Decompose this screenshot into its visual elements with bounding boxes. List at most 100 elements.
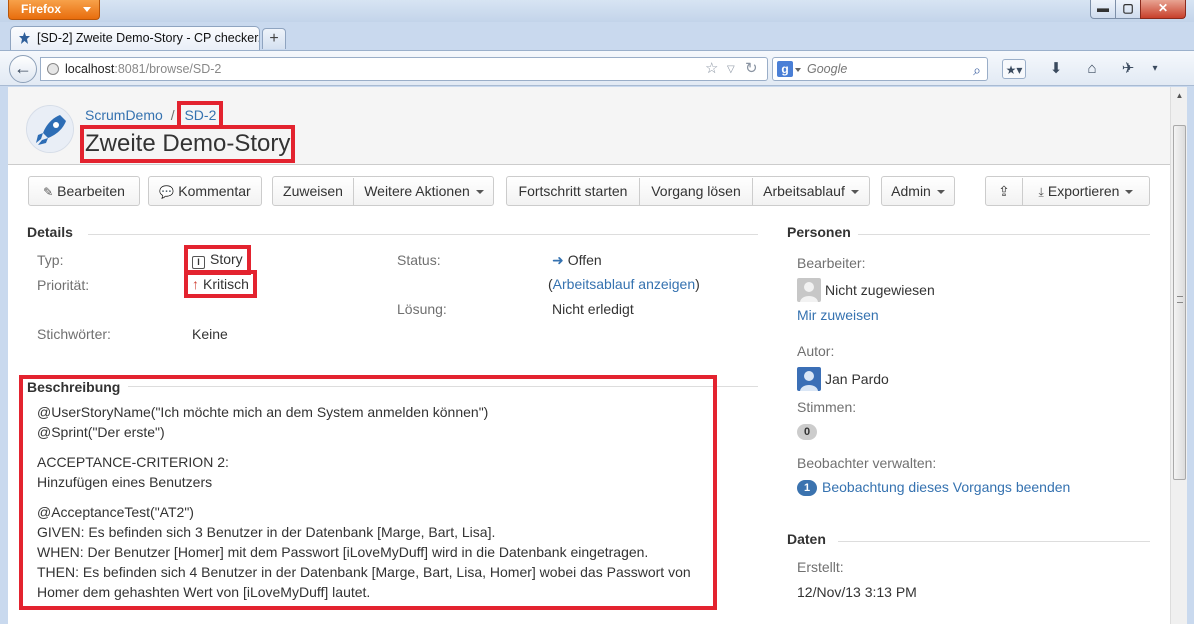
status-value: ➜ Offen	[552, 252, 602, 269]
navigation-bar: ← localhost:8081/browse/SD-2 ☆ ▽ ↻ g Goo…	[0, 50, 1194, 86]
breadcrumb: ScrumDemo / SD-2	[85, 101, 224, 129]
share-icon[interactable]: ⇪	[986, 177, 1022, 205]
plus-icon: +	[269, 30, 279, 47]
resolution-value: Nicht erledigt	[552, 301, 634, 317]
description-line: @Sprint("Der erste")	[37, 424, 165, 440]
menu-chevron-icon[interactable]: ▾	[1148, 59, 1162, 79]
arrow-left-icon: ←	[14, 58, 32, 78]
people-heading: Personen	[787, 224, 851, 240]
resolution-label: Lösung:	[397, 301, 447, 317]
more-actions-button[interactable]: Weitere Aktionen	[354, 177, 494, 205]
minimize-icon: ▬	[1097, 1, 1109, 15]
labels-value: Keine	[192, 326, 228, 342]
comment-button-label: Kommentar	[178, 183, 251, 199]
url-host: localhost	[65, 62, 115, 76]
priority-critical-icon: ↑	[192, 276, 199, 292]
project-avatar[interactable]	[26, 105, 74, 153]
start-progress-button[interactable]: Fortschritt starten	[507, 177, 639, 205]
comment-button[interactable]: 💬 Kommentar	[148, 176, 262, 206]
admin-button[interactable]: Admin	[881, 176, 955, 206]
view-workflow: (Arbeitsablauf anzeigen)	[548, 276, 700, 292]
priority-text: Kritisch	[203, 276, 249, 292]
breadcrumb-project-link[interactable]: ScrumDemo	[85, 107, 163, 123]
reporter-label: Autor:	[797, 343, 835, 359]
view-workflow-link[interactable]: Arbeitsablauf anzeigen	[553, 276, 695, 292]
back-button[interactable]: ←	[9, 55, 37, 83]
description-line: GIVEN: Es befinden sich 3 Benutzer in de…	[37, 524, 496, 540]
unassigned-avatar-icon	[797, 278, 821, 302]
page-scrollbar[interactable]: ▲	[1170, 87, 1187, 624]
more-actions-label: Weitere Aktionen	[364, 183, 470, 199]
assign-to-me-link[interactable]: Mir zuweisen	[797, 307, 879, 323]
assignee-value: Nicht zugewiesen	[825, 282, 935, 298]
watchers-count-badge[interactable]: 1	[797, 480, 817, 496]
export-label: Exportieren	[1047, 183, 1120, 199]
export-button[interactable]: ⤓ Exportieren	[1023, 177, 1149, 206]
dates-heading: Daten	[787, 531, 826, 547]
edit-button[interactable]: ✎ Bearbeiten	[28, 176, 140, 206]
description-heading: Beschreibung	[27, 379, 121, 395]
assign-button[interactable]: Zuweisen	[273, 177, 353, 205]
votes-count-badge[interactable]: 0	[797, 424, 817, 440]
globe-icon	[47, 63, 59, 75]
workflow-button-group: Fortschritt starten Vorgang lösen Arbeit…	[506, 176, 870, 206]
firefox-menu-button[interactable]: Firefox	[8, 0, 100, 20]
tab-strip: [SD-2] Zweite Demo-Story - CP checker...…	[0, 22, 1194, 51]
workflow-button[interactable]: Arbeitsablauf	[753, 177, 869, 205]
new-tab-button[interactable]: +	[262, 28, 286, 49]
search-icon[interactable]: ⌕	[973, 59, 981, 81]
url-bar[interactable]: localhost:8081/browse/SD-2 ☆ ▽ ↻	[40, 57, 768, 81]
created-label: Erstellt:	[797, 559, 844, 575]
type-text: Story	[210, 251, 243, 267]
addon-icon[interactable]: ✈	[1118, 59, 1138, 79]
bookmarks-menu-icon[interactable]: ★▾	[1002, 59, 1026, 79]
votes-label: Stimmen:	[797, 399, 857, 415]
chevron-down-icon	[83, 7, 91, 12]
url-path: :8081/browse/SD-2	[114, 62, 222, 76]
description-line: @UserStoryName("Ich möchte mich an dem S…	[37, 404, 489, 420]
reload-icon[interactable]: ↻	[745, 58, 758, 80]
search-placeholder: Google	[807, 62, 848, 76]
priority-label: Priorität:	[37, 277, 90, 293]
reporter-avatar	[797, 367, 821, 391]
issue-key-link[interactable]: SD-2	[177, 101, 224, 129]
scroll-up-icon[interactable]: ▲	[1171, 87, 1188, 104]
type-value: I Story	[184, 245, 251, 275]
stop-watching-link[interactable]: Beobachtung dieses Vorgangs beenden	[822, 479, 1070, 495]
section-divider	[858, 234, 1150, 235]
priority-value: ↑ Kritisch	[184, 270, 257, 298]
comment-icon: 💬	[159, 185, 175, 199]
description-line: WHEN: Der Benutzer [Homer] mit dem Passw…	[37, 544, 649, 560]
issue-header: ScrumDemo / SD-2 Zweite Demo-Story	[8, 87, 1170, 165]
window-titlebar: Firefox ▬ ▢ ✕	[0, 0, 1194, 22]
rocket-icon	[27, 106, 73, 152]
close-window-button[interactable]: ✕	[1140, 0, 1186, 19]
breadcrumb-separator: /	[170, 107, 175, 123]
assignee-label: Bearbeiter:	[797, 255, 866, 271]
section-divider	[88, 234, 758, 235]
watchers-label: Beobachter verwalten:	[797, 455, 937, 471]
google-engine-icon[interactable]: g	[777, 61, 793, 77]
paren-close: )	[695, 276, 700, 292]
labels-label: Stichwörter:	[37, 326, 111, 342]
maximize-icon: ▢	[1122, 1, 1134, 15]
chevron-down-icon	[1125, 190, 1134, 195]
window-frame	[1187, 87, 1194, 624]
issue-summary[interactable]: Zweite Demo-Story	[79, 125, 296, 163]
search-bar[interactable]: g Google ⌕	[772, 57, 988, 81]
workflow-label: Arbeitsablauf	[763, 183, 845, 199]
browser-tab[interactable]: [SD-2] Zweite Demo-Story - CP checker...	[10, 26, 260, 51]
description-line: THEN: Es befinden sich 4 Benutzer in der…	[37, 564, 691, 580]
chevron-down-icon	[475, 190, 484, 195]
maximize-button[interactable]: ▢	[1115, 0, 1141, 19]
minimize-button[interactable]: ▬	[1090, 0, 1116, 19]
story-type-icon: I	[192, 256, 205, 269]
page-content: ScrumDemo / SD-2 Zweite Demo-Story ✎ Bear…	[8, 87, 1170, 624]
home-icon[interactable]: ⌂	[1082, 59, 1102, 79]
download-icon[interactable]: ⬇	[1046, 59, 1066, 79]
bookmark-star-icon[interactable]: ☆	[705, 58, 718, 80]
url-history-dropdown-icon[interactable]: ▽	[727, 59, 735, 81]
resolve-issue-button[interactable]: Vorgang lösen	[640, 177, 752, 205]
scrollbar-thumb[interactable]	[1173, 125, 1186, 480]
engine-dropdown-icon[interactable]	[795, 68, 801, 72]
